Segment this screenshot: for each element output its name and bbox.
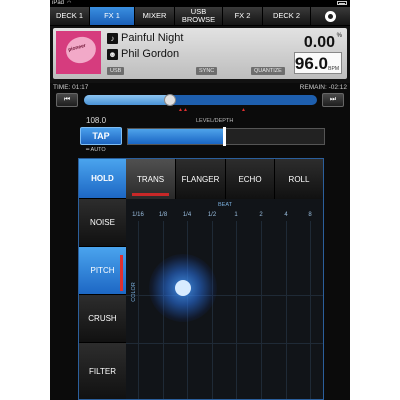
bpm-display: 96.0 BPM	[294, 52, 342, 74]
bpm-value: 96.0	[294, 54, 328, 73]
cue-marker: ▲▲	[178, 107, 188, 113]
status-bar: iPad ◠	[50, 0, 350, 7]
tap-button[interactable]: TAP	[80, 127, 122, 145]
tap-bpm-value: 108.0	[86, 116, 107, 125]
seek-handle[interactable]	[164, 94, 177, 106]
album-art: pioneer	[56, 31, 101, 74]
fx-pitch-label: PITCH	[90, 266, 115, 275]
skip-forward-icon: ⏭	[329, 96, 337, 103]
tab-fx-1[interactable]: FX 1	[90, 7, 135, 25]
beat-value[interactable]: 1/2	[208, 212, 216, 218]
track-artist: Phil Gordon	[121, 48, 180, 60]
battery-icon	[337, 1, 347, 5]
fx-filter-button[interactable]: FILTER	[79, 343, 126, 399]
elapsed-time: TIME: 01:17	[53, 84, 89, 91]
tab-fx-2[interactable]: FX 2	[223, 7, 263, 25]
track-display: pioneer ♪ Painful Night ☻ Phil Gordon US…	[53, 28, 347, 79]
fx-pitch-button[interactable]: PITCH	[79, 247, 126, 295]
album-art-text: pioneer	[67, 42, 87, 54]
skip-back-icon: ⏮	[63, 96, 71, 103]
grid-line	[261, 221, 262, 399]
fx-noise-button[interactable]: NOISE	[79, 199, 126, 247]
level-depth-slider[interactable]	[127, 127, 325, 146]
tab-usb-browse[interactable]: USB BROWSE	[175, 7, 223, 25]
level-depth-label: LEVEL/DEPTH	[196, 118, 234, 124]
artist-icon: ☻	[107, 49, 118, 60]
tab-deck-2[interactable]: DECK 2	[263, 7, 311, 25]
cue-marker: ▲	[241, 107, 246, 113]
fx-type-label: FLANGER	[181, 174, 220, 184]
sync-button[interactable]: SYNC	[196, 67, 218, 75]
next-track-button[interactable]: ⏭	[322, 93, 344, 107]
menu-button[interactable]	[311, 7, 350, 25]
quantize-button[interactable]: QUANTIZE	[251, 67, 285, 75]
tab-deck-1[interactable]: DECK 1	[50, 7, 90, 25]
color-axis-label: COLOR	[130, 282, 137, 302]
wifi-icon: ◠	[67, 0, 72, 6]
level-depth-fill	[128, 129, 225, 144]
device-label: iPad	[52, 0, 65, 6]
fx-type-trans[interactable]: TRANS	[126, 159, 176, 199]
track-info-panel: pioneer ♪ Painful Night ☻ Phil Gordon US…	[50, 26, 350, 83]
auto-label: ━ AUTO	[86, 147, 106, 153]
grid-line	[310, 221, 311, 399]
pitch-unit: %	[336, 33, 342, 39]
music-note-icon: ♪	[107, 33, 118, 44]
grid-line	[126, 343, 323, 344]
beat-value[interactable]: 1/8	[159, 212, 167, 218]
top-tab-bar: DECK 1 FX 1 MIXER USB BROWSE FX 2 DECK 2	[50, 7, 350, 26]
selected-indicator	[132, 193, 169, 196]
active-indicator	[120, 255, 123, 291]
remaining-time: REMAIN: -02:12	[299, 84, 347, 91]
pitch-value: 0.00	[303, 34, 335, 51]
previous-track-button[interactable]: ⏮	[56, 93, 78, 107]
source-badge: USB	[107, 67, 125, 75]
beat-value[interactable]: 1/4	[183, 212, 191, 218]
grid-line	[236, 221, 237, 399]
fx-type-label: ROLL	[288, 174, 310, 184]
beat-value[interactable]: 1/16	[132, 212, 144, 218]
fx-type-echo[interactable]: ECHO	[226, 159, 275, 199]
seek-slider[interactable]	[84, 94, 317, 106]
hold-button[interactable]: HOLD	[79, 159, 126, 199]
beat-value[interactable]: 1	[234, 212, 237, 218]
beat-value[interactable]: 8	[308, 212, 311, 218]
fx-type-label: TRANS	[136, 174, 165, 184]
beat-value[interactable]: 4	[284, 212, 287, 218]
beat-value[interactable]: 2	[259, 212, 262, 218]
seek-progress	[84, 95, 171, 105]
grid-line	[212, 221, 213, 399]
beat-axis-label: BEAT	[218, 202, 232, 208]
effect-panel: HOLD TRANS FLANGER ECHO ROLL NOISE PITCH…	[78, 158, 324, 400]
track-title: Painful Night	[121, 32, 184, 44]
fx-crush-button[interactable]: CRUSH	[79, 295, 126, 343]
fx-type-label: ECHO	[238, 174, 262, 184]
bpm-unit: BPM	[328, 66, 339, 72]
rekordbox-remote-app: iPad ◠ DECK 1 FX 1 MIXER USB BROWSE FX 2…	[50, 0, 350, 400]
menu-icon	[325, 10, 336, 22]
touch-dot	[175, 280, 191, 296]
fx-type-roll[interactable]: ROLL	[275, 159, 323, 199]
fx-type-flanger[interactable]: FLANGER	[176, 159, 226, 199]
level-depth-handle[interactable]	[223, 127, 227, 146]
xy-effect-pad[interactable]: BEAT 1/16 1/8 1/4 1/2 1 2 4 8 COLOR	[126, 199, 323, 399]
grid-line	[286, 221, 287, 399]
grid-line	[138, 221, 139, 399]
tab-mixer[interactable]: MIXER	[135, 7, 175, 25]
